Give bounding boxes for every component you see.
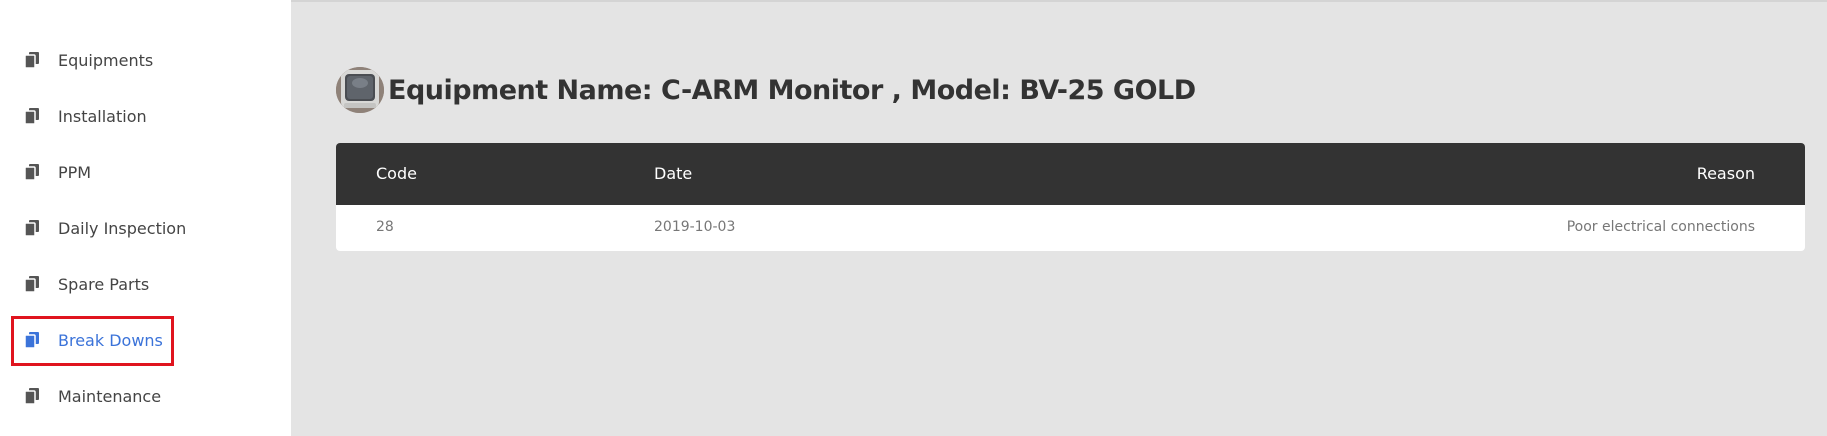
document-copy-icon xyxy=(25,52,39,68)
sidebar-item-label: Spare Parts xyxy=(58,274,150,294)
sidebar-item-ppm[interactable]: PPM xyxy=(25,157,91,187)
sidebar-item-label: Daily Inspection xyxy=(58,218,187,238)
cell-code: 28 xyxy=(376,219,394,235)
sidebar-item-equipments[interactable]: Equipments xyxy=(25,45,153,75)
column-header-reason: Reason xyxy=(1696,164,1755,183)
sidebar-item-label: Equipments xyxy=(58,50,154,70)
sidebar: Equipments Installation PPM Daily Inspec… xyxy=(0,0,291,436)
sidebar-item-spare-parts[interactable]: Spare Parts xyxy=(25,269,149,299)
sidebar-item-maintenance[interactable]: Maintenance xyxy=(25,381,161,411)
document-copy-icon xyxy=(25,164,39,180)
sidebar-item-label: Break Downs xyxy=(58,330,163,350)
document-copy-icon xyxy=(25,220,39,236)
sidebar-item-break-downs[interactable]: Break Downs xyxy=(25,325,163,355)
document-copy-icon xyxy=(25,276,39,292)
document-copy-icon xyxy=(25,332,39,348)
breakdowns-table: Code Date Reason 28 2019-10-03 Poor elec… xyxy=(336,143,1805,251)
column-header-code: Code xyxy=(376,164,417,183)
column-header-date: Date xyxy=(654,164,693,183)
sidebar-item-label: PPM xyxy=(58,162,92,182)
document-copy-icon xyxy=(25,108,39,124)
page-title: Equipment Name: C-ARM Monitor , Model: B… xyxy=(388,74,1196,106)
sidebar-item-daily-inspection[interactable]: Daily Inspection xyxy=(25,213,186,243)
document-copy-icon xyxy=(25,388,39,404)
sidebar-item-label: Maintenance xyxy=(58,386,162,406)
top-divider xyxy=(291,0,1827,2)
page-header: Equipment Name: C-ARM Monitor , Model: B… xyxy=(336,67,1196,113)
equipment-thumbnail xyxy=(336,67,384,113)
sidebar-item-label: Installation xyxy=(58,106,147,126)
cell-reason: Poor electrical connections xyxy=(1566,219,1755,235)
cell-date: 2019-10-03 xyxy=(654,219,736,235)
table-header: Code Date Reason xyxy=(336,143,1805,205)
sidebar-item-installation[interactable]: Installation xyxy=(25,101,147,131)
